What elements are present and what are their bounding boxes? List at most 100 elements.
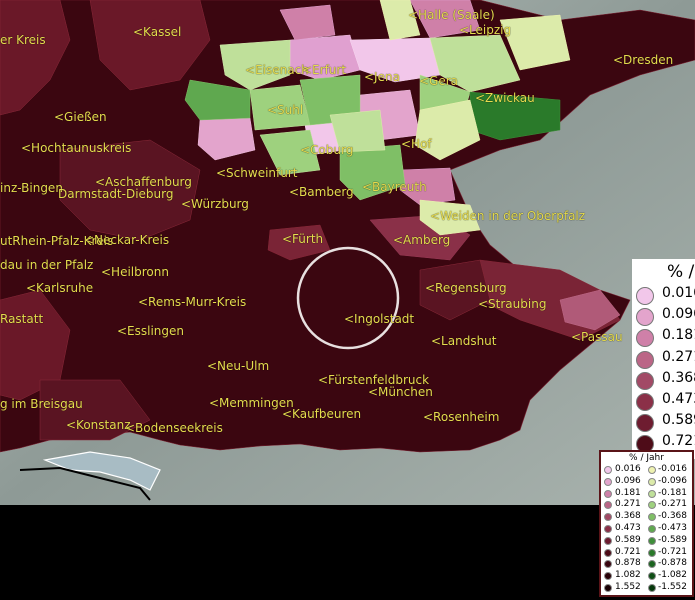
legend-value: -0.016: [658, 464, 688, 474]
legend-small: % / Jahr 0.016 0.096 0.181 0.271 0.368 0.473 0…: [599, 450, 694, 597]
place-label: <Halle (Saale): [408, 8, 495, 22]
legend-swatch: [636, 308, 654, 327]
legend-swatch: [648, 536, 656, 545]
place-label: <Heilbronn: [101, 265, 169, 279]
legend-value: -0.096: [658, 475, 688, 486]
place-label: <Bamberg: [289, 185, 354, 199]
legend-swatch: [636, 414, 654, 433]
legend-swatch: [636, 393, 654, 411]
place-label: Rastatt: [0, 312, 44, 326]
legend-value: -0.878: [658, 558, 688, 569]
legend-value: -1.552: [658, 582, 688, 592]
place-label: <Gießen: [54, 110, 107, 124]
legend-swatch: [648, 525, 656, 533]
legend-large-item: 0.016: [636, 285, 695, 306]
place-label: <Fürth: [282, 232, 324, 246]
legend-swatch: [636, 371, 654, 390]
place-label: <Coburg: [300, 143, 354, 157]
legend-swatch: [648, 489, 656, 498]
legend-small-item: -0.096: [601, 475, 692, 488]
legend-value: 0.473: [662, 391, 695, 407]
legend-small-item: -0.368: [601, 511, 692, 523]
place-label: <Bodenseekreis: [125, 421, 223, 435]
place-label: <Kaufbeuren: [282, 407, 362, 421]
place-label: <Neckar-Kreis: [84, 233, 170, 247]
legend-small-item: -0.473: [601, 523, 692, 535]
place-label: <Amberg: [393, 233, 451, 247]
legend-swatch: [636, 287, 654, 305]
legend-small-item: -0.721: [601, 546, 692, 559]
place-label: <Schweinfurt: [216, 166, 298, 180]
place-label: <Dresden: [613, 53, 674, 67]
place-label: <Regensburg: [425, 281, 507, 295]
place-label: <Weiden in der Oberpfalz: [430, 209, 586, 223]
legend-swatch: [648, 560, 656, 569]
place-label: <Landshut: [431, 334, 497, 348]
legend-value: -0.589: [658, 534, 688, 545]
legend-swatch: [648, 584, 656, 592]
legend-swatch: [636, 350, 654, 369]
place-label: <Würzburg: [181, 197, 249, 211]
place-label: <Gera: [419, 74, 459, 88]
place-label: <Rems-Murr-Kreis: [138, 295, 247, 309]
legend-small-item: -0.878: [601, 558, 692, 570]
legend-swatch: [648, 513, 656, 522]
place-label: <Kassel: [133, 25, 182, 39]
place-label: <Leipzig: [459, 23, 512, 37]
place-label: <Straubing: [478, 297, 547, 311]
legend-small-item: -0.016: [601, 464, 692, 476]
legend-small-item: -1.082: [601, 570, 692, 582]
legend-large-item: 0.096: [636, 306, 695, 327]
legend-value: 0.368: [662, 369, 695, 386]
legend-large-item: 0.181: [636, 327, 695, 348]
legend-small-title: % / Jahr: [629, 453, 664, 463]
legend-small-item: -0.589: [601, 534, 692, 547]
place-label: <Karlsruhe: [26, 281, 94, 295]
place-label: <Jena: [364, 70, 400, 84]
legend-small-item: -0.181: [601, 487, 692, 500]
legend-value: 0.096: [662, 306, 695, 323]
legend-swatch: [648, 477, 656, 486]
place-label: <Memmingen: [209, 396, 294, 410]
legend-swatch: [636, 329, 654, 348]
place-label: <Hochtaunuskreis: [21, 141, 132, 155]
legend-large-item: 0.271: [636, 349, 695, 370]
legend-value: -0.181: [658, 487, 688, 498]
place-label: <München: [368, 385, 433, 399]
place-label: <Suhl: [267, 103, 304, 117]
place-label: <Erfurt: [302, 63, 347, 77]
place-label: <Konstanz: [66, 418, 131, 432]
legend-swatch: [648, 548, 656, 557]
legend-value: 0.016: [662, 285, 695, 301]
place-label: <Zwickau: [475, 91, 535, 105]
place-label: <Neu-Ulm: [207, 359, 270, 373]
legend-value: -0.721: [658, 546, 688, 557]
place-label: inz-Bingen: [0, 181, 63, 195]
place-label: <Bayreuth: [362, 180, 427, 194]
legend-large: % / 0.016 0.096 0.181 0.271 0.368 0.473 0.589 0…: [632, 259, 695, 459]
place-label: <Esslingen: [117, 324, 185, 338]
place-label: g im Breisgau: [0, 397, 83, 411]
legend-value: 0.181: [662, 327, 695, 344]
legend-swatch: [648, 572, 656, 581]
place-label: <Passau: [571, 330, 623, 344]
legend-value: -1.082: [658, 570, 688, 581]
map-app: <Halle (Saale) <Leipzig <Kassel er Kreis <Ei…: [0, 0, 695, 600]
legend-small-item: -1.552: [601, 582, 692, 594]
legend-large-title: % /: [667, 262, 695, 282]
legend-value: 0.271: [662, 348, 695, 365]
place-label: Darmstadt-Dieburg: [58, 187, 174, 201]
place-label: er Kreis: [0, 33, 46, 47]
legend-large-item: 0.589: [636, 412, 695, 433]
place-label: <Rosenheim: [423, 410, 500, 424]
legend-large-item: 0.473: [636, 391, 695, 412]
place-label: dau in der Pfalz: [0, 258, 94, 272]
legend-small-item: -0.271: [601, 499, 692, 511]
place-label: <Eisenach: [245, 63, 309, 77]
place-label: <Ingolstadt: [344, 312, 415, 326]
legend-large-item: 0.368: [636, 370, 695, 391]
place-label: <Hof: [401, 137, 432, 151]
legend-swatch: [648, 466, 656, 474]
legend-value: 0.721: [662, 433, 695, 450]
legend-value: 0.589: [662, 412, 695, 429]
